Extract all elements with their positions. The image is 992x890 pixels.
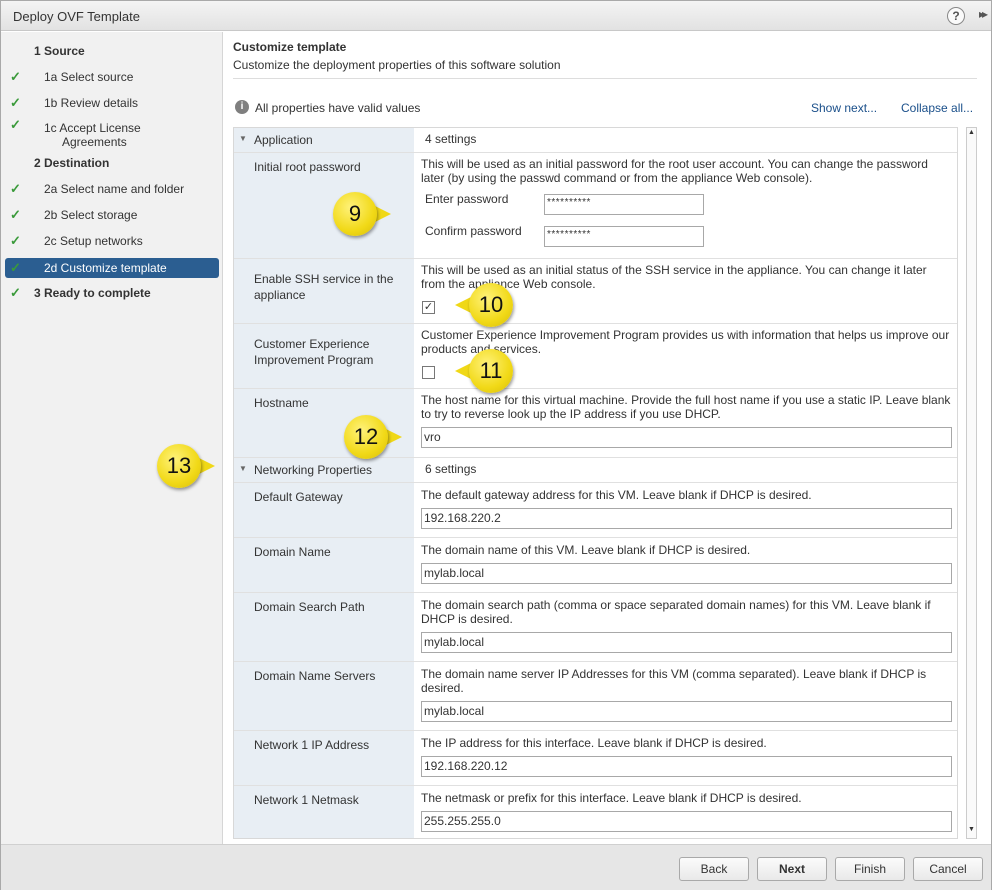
prop-label: Network 1 IP Address xyxy=(254,738,370,752)
step-label: 2a Select name and folder xyxy=(44,182,185,196)
next-button[interactable]: Next xyxy=(757,857,827,881)
prop-label: Customer Experience Improvement Program xyxy=(254,337,374,367)
ip-address-input[interactable]: 192.168.220.12 xyxy=(421,756,952,777)
show-next-link[interactable]: Show next... xyxy=(811,101,877,115)
chevron-down-icon[interactable]: ▼ xyxy=(239,464,247,473)
deploy-ovf-dialog: Deploy OVF Template ? ▸▸ 1 Source ✓ 1a S… xyxy=(0,0,992,890)
step-select-storage[interactable]: ✓ 2b Select storage xyxy=(5,205,219,225)
grid-scrollbar[interactable]: ▲ ▼ xyxy=(966,127,977,839)
step-label: 1b Review details xyxy=(44,96,139,110)
check-icon: ✓ xyxy=(10,69,21,84)
info-icon: i xyxy=(235,100,249,114)
check-icon: ✓ xyxy=(10,95,21,110)
step-label: 2 Destination xyxy=(34,156,110,170)
group-application[interactable]: ▼ Application 4 settings xyxy=(234,128,957,153)
dns-input[interactable]: mylab.local xyxy=(421,701,952,722)
page-subtitle: Customize the deployment properties of t… xyxy=(233,58,561,72)
netmask-input[interactable]: 255.255.255.0 xyxy=(421,811,952,832)
validation-text: All properties have valid values xyxy=(255,101,421,115)
prop-description: The domain name server IP Addresses for … xyxy=(421,667,927,695)
scroll-up-icon[interactable]: ▲ xyxy=(967,129,976,140)
step-accept-license[interactable]: ✓ 1c Accept License Agreements xyxy=(5,117,219,150)
confirm-password-field[interactable]: ********** xyxy=(544,226,704,247)
help-icon[interactable]: ? xyxy=(947,7,965,25)
step-label: 1 Source xyxy=(34,44,85,58)
step-label: 1a Select source xyxy=(44,70,134,84)
prop-label: Domain Name Servers xyxy=(254,669,376,683)
step-label: 1c Accept License Agreements xyxy=(44,121,141,149)
prop-label: Domain Name xyxy=(254,545,331,559)
domain-name-input[interactable]: mylab.local xyxy=(421,563,952,584)
cancel-button[interactable]: Cancel xyxy=(913,857,983,881)
check-icon: ✓ xyxy=(10,207,21,222)
group-networking[interactable]: ▼ Networking Properties 6 settings xyxy=(234,458,957,483)
title-bar: Deploy OVF Template ? ▸▸ xyxy=(1,1,991,31)
prop-label: Hostname xyxy=(254,396,309,410)
prop-description: The domain name of this VM. Leave blank … xyxy=(421,543,751,557)
prop-label: Domain Search Path xyxy=(254,600,365,614)
enter-password-field[interactable]: ********** xyxy=(544,194,704,215)
step-review-details[interactable]: ✓ 1b Review details xyxy=(5,93,219,113)
ssh-checkbox[interactable]: ✓ xyxy=(422,301,435,314)
prop-description: The IP address for this interface. Leave… xyxy=(421,736,767,750)
prop-domain-name: Domain Name The domain name of this VM. … xyxy=(234,538,957,593)
prop-description: The netmask or prefix for this interface… xyxy=(421,791,802,805)
page-title: Customize template xyxy=(233,40,347,54)
scroll-down-icon[interactable]: ▼ xyxy=(967,826,976,837)
prop-domain-search-path: Domain Search Path The domain search pat… xyxy=(234,593,957,662)
back-button[interactable]: Back xyxy=(679,857,749,881)
prop-network-ip: Network 1 IP Address The IP address for … xyxy=(234,731,957,786)
hostname-input[interactable]: vro xyxy=(421,427,952,448)
group-label: Networking Properties xyxy=(254,463,373,477)
step-ready-to-complete[interactable]: ✓ 3 Ready to complete xyxy=(5,283,219,303)
prop-label: Enable SSH service in the appliance xyxy=(254,272,394,302)
group-count: 4 settings xyxy=(425,132,477,146)
validation-status: i All properties have valid values Show … xyxy=(233,100,977,116)
search-path-input[interactable]: mylab.local xyxy=(421,632,952,653)
prop-label: Network 1 Netmask xyxy=(254,793,359,807)
check-icon: ✓ xyxy=(10,233,21,248)
step-customize-template[interactable]: ✓ 2d Customize template xyxy=(5,258,219,278)
prop-network-netmask: Network 1 Netmask The netmask or prefix … xyxy=(234,786,957,838)
group-label: Application xyxy=(254,133,313,147)
check-icon: ✓ xyxy=(10,260,21,275)
prop-hostname: Hostname The host name for this virtual … xyxy=(234,389,957,458)
check-icon: ✓ xyxy=(10,117,21,132)
step-label: 2c Setup networks xyxy=(44,234,143,248)
group-count: 6 settings xyxy=(425,462,477,476)
gateway-input[interactable]: 192.168.220.2 xyxy=(421,508,952,529)
ceip-checkbox[interactable] xyxy=(422,366,435,379)
prop-description: The default gateway address for this VM.… xyxy=(421,488,812,502)
divider xyxy=(233,78,977,79)
check-icon: ✓ xyxy=(10,181,21,196)
step-source: 1 Source xyxy=(5,41,219,61)
step-label: 3 Ready to complete xyxy=(34,286,151,300)
prop-ceip: Customer Experience Improvement Program … xyxy=(234,324,957,389)
expand-icon[interactable]: ▸▸ xyxy=(979,7,988,21)
prop-label: Default Gateway xyxy=(254,490,343,504)
dialog-title: Deploy OVF Template xyxy=(13,9,140,24)
check-icon: ✓ xyxy=(10,285,21,300)
dialog-footer: Back Next Finish Cancel xyxy=(1,844,991,890)
step-setup-networks[interactable]: ✓ 2c Setup networks xyxy=(5,231,219,251)
step-select-name-folder[interactable]: ✓ 2a Select name and folder xyxy=(5,179,219,199)
prop-description: This will be used as an initial password… xyxy=(421,157,928,185)
wizard-steps-sidebar: 1 Source ✓ 1a Select source ✓ 1b Review … xyxy=(1,32,223,844)
prop-label: Initial root password xyxy=(254,160,361,174)
prop-domain-name-servers: Domain Name Servers The domain name serv… xyxy=(234,662,957,731)
prop-description: The domain search path (comma or space s… xyxy=(421,598,931,626)
collapse-all-link[interactable]: Collapse all... xyxy=(901,101,973,115)
prop-default-gateway: Default Gateway The default gateway addr… xyxy=(234,483,957,538)
confirm-password-label: Confirm password xyxy=(425,224,522,238)
step-select-source[interactable]: ✓ 1a Select source xyxy=(5,67,219,87)
chevron-down-icon[interactable]: ▼ xyxy=(239,134,247,143)
step-destination: 2 Destination xyxy=(5,153,219,173)
prop-description: The host name for this virtual machine. … xyxy=(421,393,951,421)
step-label: 2b Select storage xyxy=(44,208,138,222)
enter-password-label: Enter password xyxy=(425,192,509,206)
prop-ssh: Enable SSH service in the appliance This… xyxy=(234,259,957,324)
finish-button[interactable]: Finish xyxy=(835,857,905,881)
step-label: 2d Customize template xyxy=(44,261,167,275)
